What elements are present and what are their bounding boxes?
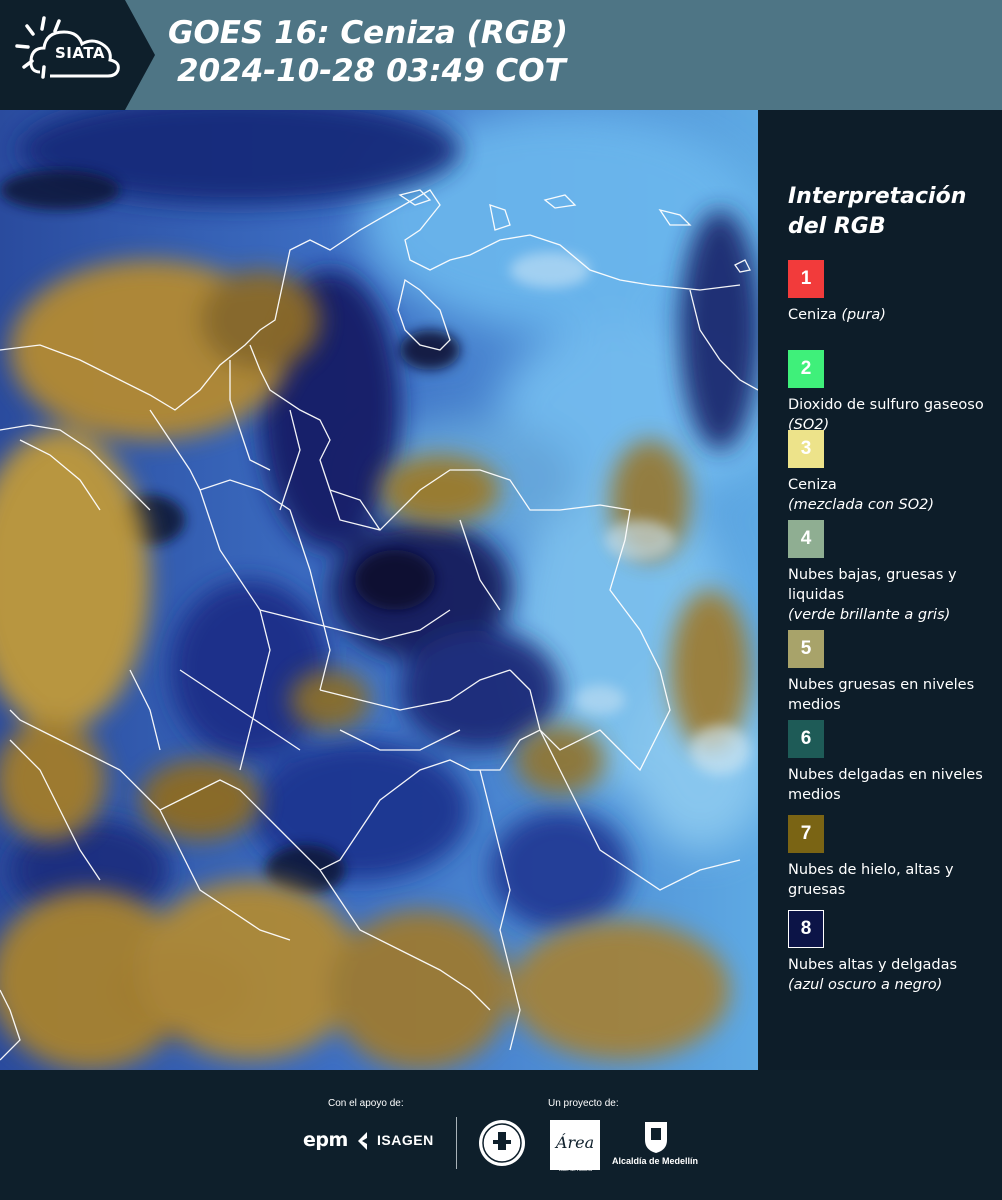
legend-title: Interpretación del RGB bbox=[788, 182, 988, 242]
legend-item-label: Nubes altas y delgadas bbox=[788, 957, 958, 973]
area-metropolitana-label: METROPOLITANA Valle de Aburrá bbox=[553, 1161, 597, 1173]
legend-item-text: Ceniza (pura) bbox=[788, 305, 998, 325]
legend-swatch: 2 bbox=[788, 350, 824, 388]
satellite-map bbox=[0, 110, 758, 1070]
legend-item-8: 8 Nubes altas y delgadas (azul oscuro a ne… bbox=[788, 910, 998, 995]
sponsor-footer: Con el apoyo de: Un proyecto de: epm ISA… bbox=[0, 1070, 1002, 1200]
title-timestamp: 2024-10-28 03:49 COT bbox=[177, 53, 566, 89]
satellite-imagery bbox=[0, 110, 758, 1070]
legend-item-text: Ceniza (mezclada con SO2) bbox=[788, 475, 998, 515]
legend-swatch: 4 bbox=[788, 520, 824, 558]
support-label: Con el apoyo de: bbox=[328, 1098, 404, 1109]
legend-swatch: 7 bbox=[788, 815, 824, 853]
legend-item-label: Nubes delgadas en niveles medios bbox=[788, 767, 983, 803]
legend-item-4: 4 Nubes bajas, gruesas y liquidas (verde b… bbox=[788, 520, 998, 625]
legend-item-label: Ceniza bbox=[788, 307, 837, 323]
legend-item-note: (azul oscuro a negro) bbox=[788, 977, 943, 993]
legend-title-line2: del RGB bbox=[788, 214, 886, 239]
medellin-shield-icon bbox=[645, 1122, 667, 1153]
isagen-logo: ISAGEN bbox=[377, 1132, 434, 1148]
legend-item-label: Dioxido de sulfuro gaseoso bbox=[788, 397, 984, 413]
legend-item-2: 2 Dioxido de sulfuro gaseoso (SO2) bbox=[788, 350, 998, 435]
legend-item-label: Nubes gruesas en niveles medios bbox=[788, 677, 975, 713]
title-product: GOES 16: Ceniza (RGB) bbox=[168, 15, 568, 51]
legend-item-label: Ceniza bbox=[788, 477, 837, 493]
legend-item-note: (verde brillante a gris) bbox=[788, 607, 951, 623]
legend-item-3: 3 Ceniza (mezclada con SO2) bbox=[788, 430, 998, 515]
legend-item-label: Nubes de hielo, altas y gruesas bbox=[788, 862, 954, 898]
legend-item-text: Dioxido de sulfuro gaseoso (SO2) bbox=[788, 395, 998, 435]
legend-item-note: (pura) bbox=[841, 307, 886, 323]
legend-item-text: Nubes delgadas en niveles medios bbox=[788, 765, 998, 805]
legend-item-6: 6 Nubes delgadas en niveles medios bbox=[788, 720, 998, 805]
legend-swatch: 5 bbox=[788, 630, 824, 668]
legend-item-5: 5 Nubes gruesas en niveles medios bbox=[788, 630, 998, 715]
area-script-text: Área bbox=[554, 1132, 594, 1152]
legend-item-text: Nubes gruesas en niveles medios bbox=[788, 675, 998, 715]
legend-swatch: 3 bbox=[788, 430, 824, 468]
rgb-legend: Interpretación del RGB 1 Ceniza (pura) 2 Di… bbox=[759, 110, 1002, 1070]
legend-item-note: (mezclada con SO2) bbox=[788, 497, 935, 513]
legend-item-label: Nubes bajas, gruesas y liquidas bbox=[788, 567, 957, 603]
legend-item-text: Nubes altas y delgadas (azul oscuro a neg… bbox=[788, 955, 998, 995]
legend-item-7: 7 Nubes de hielo, altas y gruesas bbox=[788, 815, 998, 900]
isagen-mark-icon bbox=[358, 1132, 367, 1150]
university-seal-icon bbox=[479, 1120, 525, 1166]
legend-swatch: 8 bbox=[788, 910, 824, 948]
epm-logo: epm bbox=[303, 1129, 348, 1151]
footer-divider bbox=[456, 1117, 457, 1169]
legend-swatch: 1 bbox=[788, 260, 824, 298]
legend-swatch: 6 bbox=[788, 720, 824, 758]
medellin-label: Alcaldía de Medellín bbox=[612, 1156, 699, 1166]
legend-item-text: Nubes bajas, gruesas y liquidas (verde br… bbox=[788, 565, 998, 625]
legend-item-1: 1 Ceniza (pura) bbox=[788, 260, 998, 325]
project-label: Un proyecto de: bbox=[548, 1098, 619, 1109]
legend-title-line1: Interpretación bbox=[788, 184, 967, 209]
header-bar: SIATA GOES 16: Ceniza (RGB) 2024-10-28 0… bbox=[0, 0, 1002, 110]
page-title: GOES 16: Ceniza (RGB) 2024-10-28 03:49 C… bbox=[168, 14, 568, 90]
siata-logo: SIATA bbox=[0, 0, 155, 110]
legend-item-text: Nubes de hielo, altas y gruesas bbox=[788, 860, 998, 900]
logo-label: SIATA bbox=[54, 44, 105, 62]
